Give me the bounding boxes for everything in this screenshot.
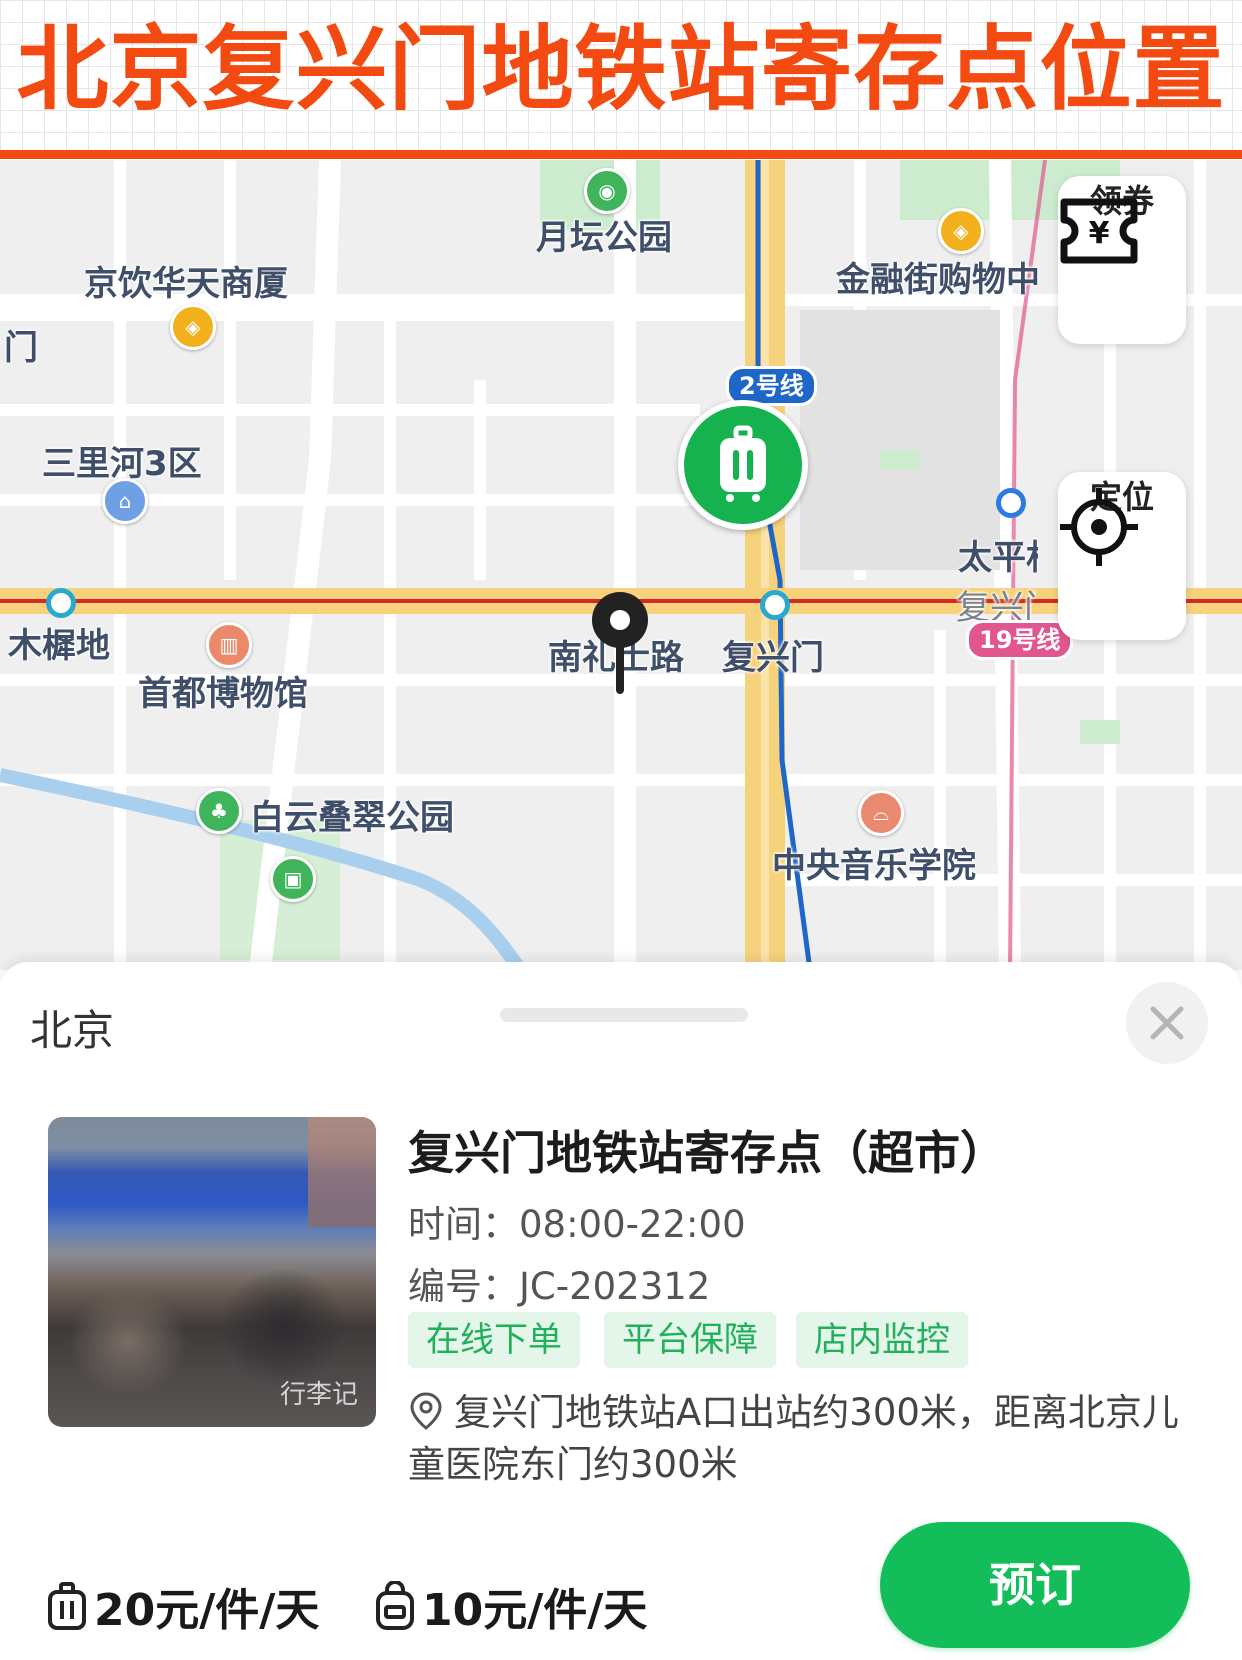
book-button[interactable]: 预订 [880,1522,1190,1648]
store-address: 复兴门地铁站A口出站约300米，距离北京儿童医院东门约300米 [408,1387,1198,1491]
tag-platform-guarantee: 平台保障 [604,1312,776,1368]
coupon-button[interactable]: ¥ 领券 [1058,176,1186,344]
banner-divider [0,150,1242,159]
map-label: 金融街购物中 [836,260,1040,300]
price-large-text: 20元/件/天 [94,1585,320,1636]
map-label: 三里河3区 [42,444,202,484]
map-label: 首都博物馆 [138,674,308,714]
map-label: 太平村 [958,538,1038,578]
metro-station-icon [996,488,1026,518]
park-gate-icon: ▣ [270,856,316,902]
shopping-icon: ◈ [170,304,216,350]
storage-location-marker[interactable] [678,400,808,530]
location-pin-icon [410,1392,442,1430]
opening-hours: 时间：08:00-22:00 [408,1194,746,1248]
price-large-item: 20元/件/天 [46,1574,320,1636]
code-value: JC-202312 [519,1265,711,1308]
hours-value: 08:00-22:00 [519,1203,746,1246]
store-name: 复兴门地铁站寄存点（超市） [408,1126,1006,1180]
shopping-icon: ◈ [938,208,984,254]
metro-station-icon [760,590,790,620]
store-detail-sheet: 北京 行李记 复兴门地铁站寄存点（超市） 时间：08:00-22:00 编号：J… [0,962,1242,1660]
map-label: 复兴门 [722,638,824,678]
coupon-ticket-icon: ¥ [1060,198,1138,264]
code-label: 编号： [408,1265,519,1308]
sheet-drag-handle[interactable] [500,1008,748,1022]
map-view[interactable]: ◉ ◈ ◈ ⌂ ▥ ♣ ▣ ⌓ 月坛公园 京饮华天商厦 金融街购物中 门 三里河… [0,160,1242,970]
map-label: 白云叠翠公园 [250,798,454,838]
store-code: 编号：JC-202312 [408,1256,710,1310]
school-icon: ⌓ [858,790,904,836]
park-icon: ◉ [584,168,630,214]
hours-label: 时间： [408,1203,519,1246]
map-label: 月坛公园 [536,218,672,258]
price-small-text: 10元/件/天 [422,1585,648,1636]
title-banner: 北京复兴门地铁站寄存点位置 [0,0,1242,150]
store-photo[interactable]: 行李记 [48,1117,376,1427]
locate-button[interactable]: 定位 [1058,472,1186,640]
city-label: 北京 [30,1006,115,1055]
photo-watermark: 行李记 [279,1380,358,1410]
address-text: 复兴门地铁站A口出站约300米，距离北京儿童医院东门约300米 [408,1391,1179,1486]
price-small-item: 10元/件/天 [374,1574,648,1636]
backpack-icon [376,1580,414,1630]
metro-station-icon [46,588,76,618]
tag-in-store-monitoring: 店内监控 [796,1312,968,1368]
suitcase-icon [48,1582,86,1630]
museum-icon: ▥ [206,622,252,668]
crosshair-icon [1060,488,1138,566]
banner-title: 北京复兴门地铁站寄存点位置 [16,16,1226,123]
park-tree-icon: ♣ [196,788,242,834]
map-label: 中央音乐学院 [772,846,976,886]
svg-text:¥: ¥ [1089,216,1110,251]
tag-online-order: 在线下单 [408,1312,580,1368]
close-icon [1150,1006,1184,1040]
map-label: 门 [4,328,38,368]
map-label: 京饮华天商厦 [84,264,288,304]
close-button[interactable] [1126,982,1208,1064]
map-label: 木樨地 [8,626,110,666]
metro-line-19-badge: 19号线 [966,620,1074,660]
suitcase-icon [720,425,766,502]
